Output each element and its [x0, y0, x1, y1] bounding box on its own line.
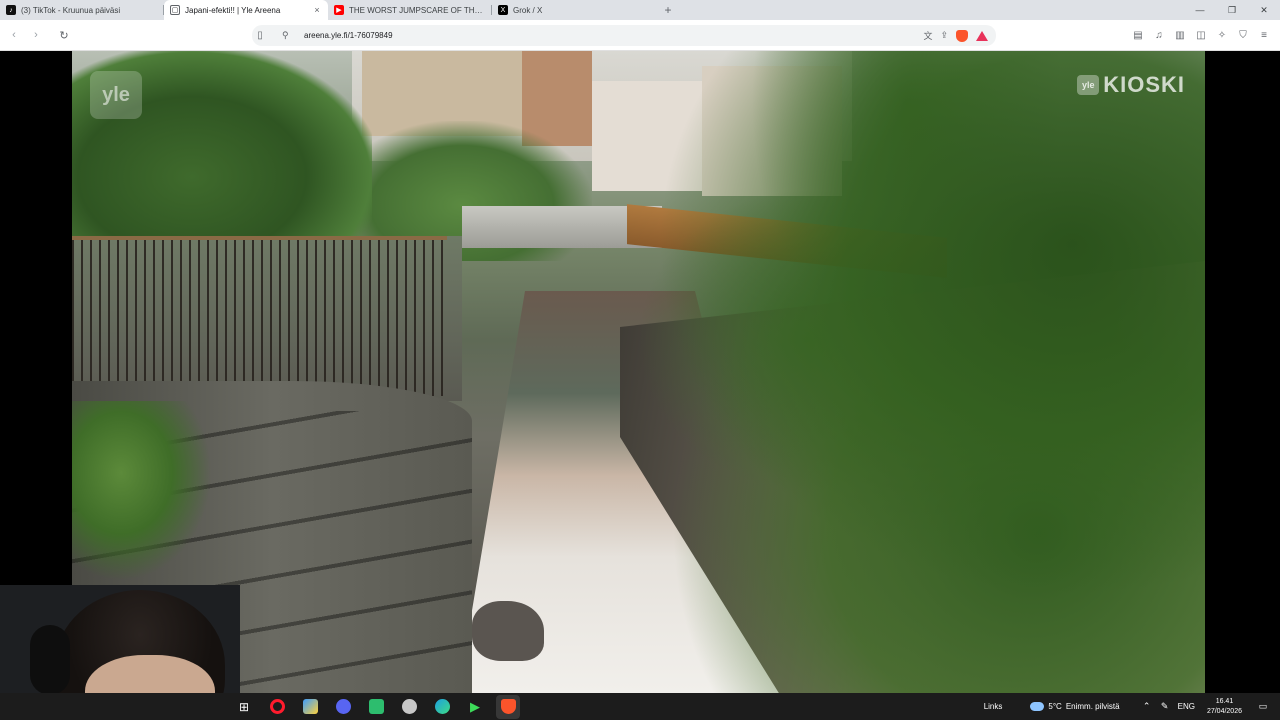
- url-text[interactable]: areena.yle.fi/1-76079849: [304, 31, 393, 40]
- tiktok-icon: ♪: [6, 5, 16, 15]
- forward-icon[interactable]: ›: [26, 25, 46, 45]
- tab-title: Grok / X: [513, 5, 543, 15]
- media-controls-icon[interactable]: ♫: [1153, 30, 1165, 41]
- clock[interactable]: 16.41 27/04/2026: [1207, 697, 1242, 717]
- files-app-icon[interactable]: [298, 695, 322, 719]
- restore-icon[interactable]: ❐: [1216, 0, 1248, 20]
- translate-icon[interactable]: 文: [923, 29, 932, 42]
- language-indicator[interactable]: ENG: [1178, 702, 1195, 711]
- tab-title: (3) TikTok - Kruunua päiväsi: [21, 5, 121, 15]
- headset: [30, 625, 70, 695]
- vpn-icon[interactable]: ⛉: [1237, 30, 1249, 41]
- tab-title: THE WORST JUMPSCARE OF THE YEAR: [349, 5, 486, 15]
- youtube-icon: ▶: [334, 5, 344, 15]
- new-tab-button[interactable]: +: [658, 0, 678, 20]
- toolbar-actions: ▤ ♫ ▥ ◫ ✧ ⛉ ≡: [1132, 25, 1270, 46]
- tab-grok[interactable]: X Grok / X: [492, 0, 656, 20]
- windows-icon[interactable]: ⊞: [232, 695, 256, 719]
- kioski-watermark: yle KIOSKI: [1077, 72, 1185, 97]
- yle-icon: ▢: [170, 5, 180, 15]
- opera-icon[interactable]: [265, 695, 289, 719]
- video-scene-rock: [472, 601, 544, 661]
- address-bar-actions: 文 ⇪: [923, 25, 988, 46]
- video-scene-ivy: [72, 401, 212, 581]
- minimize-icon[interactable]: —: [1184, 0, 1216, 20]
- taskbar: ⊞ ▶ Links 5°C Enimm. pilvistä ⌃ ✎ ENG 16…: [0, 693, 1280, 720]
- notifications-icon[interactable]: ▭: [1254, 701, 1272, 712]
- tab-tiktok[interactable]: ♪ (3) TikTok - Kruunua päiväsi: [0, 0, 164, 20]
- reload-icon[interactable]: ↻: [54, 25, 74, 45]
- sidebar-icon[interactable]: ▥: [1174, 30, 1186, 41]
- screen: ♪ (3) TikTok - Kruunua päiväsi ▢ Japani-…: [0, 0, 1280, 720]
- brave-rewards-icon[interactable]: [976, 30, 988, 41]
- window-controls: — ❐ ✕: [1184, 0, 1280, 20]
- taskbar-apps: ⊞ ▶: [232, 693, 520, 720]
- bookmark-icon[interactable]: ▯: [250, 25, 270, 46]
- weather-widget[interactable]: 5°C Enimm. pilvistä: [1030, 702, 1120, 711]
- pen-icon[interactable]: ✎: [1156, 701, 1174, 712]
- back-icon[interactable]: ‹: [4, 25, 24, 45]
- clock-time: 16.41: [1215, 697, 1234, 705]
- weather-text: Enimm. pilvistä: [1065, 702, 1120, 711]
- reader-mode-icon[interactable]: ▤: [1132, 30, 1144, 41]
- play-app-icon[interactable]: ▶: [463, 695, 487, 719]
- discord-icon[interactable]: [331, 695, 355, 719]
- cloud-icon: [1030, 702, 1045, 711]
- messaging-app-icon[interactable]: [364, 695, 388, 719]
- brave-shields-icon[interactable]: [956, 29, 968, 42]
- site-info-icon[interactable]: ⚲: [282, 30, 296, 41]
- tab-youtube[interactable]: ▶ THE WORST JUMPSCARE OF THE YEAR: [328, 0, 492, 20]
- address-bar[interactable]: ▯ ⚲ areena.yle.fi/1-76079849 文 ⇪: [252, 25, 996, 46]
- kioski-yle-badge: yle: [1077, 75, 1100, 95]
- tab-title: Japani-efekti!! | Yle Areena: [185, 5, 281, 15]
- brave-icon[interactable]: [496, 694, 520, 719]
- wallet-icon[interactable]: ◫: [1195, 30, 1207, 41]
- leo-ai-icon[interactable]: ✧: [1216, 30, 1228, 41]
- browser-toolbar: ‹ › ↻ ▯ ⚲ areena.yle.fi/1-76079849 文 ⇪ ▤…: [0, 20, 1280, 51]
- menu-icon[interactable]: ≡: [1258, 30, 1270, 41]
- kioski-logo-text: KIOSKI: [1103, 72, 1185, 97]
- video-player[interactable]: yle yle KIOSKI: [72, 51, 1205, 693]
- share-icon[interactable]: ⇪: [940, 30, 948, 41]
- clock-date: 27/04/2026: [1206, 707, 1242, 715]
- tab-strip: ♪ (3) TikTok - Kruunua päiväsi ▢ Japani-…: [0, 0, 1280, 20]
- x-icon: X: [498, 5, 508, 15]
- edge-icon[interactable]: [430, 695, 454, 719]
- system-tray: Links 5°C Enimm. pilvistä ⌃ ✎ ENG 16.41 …: [984, 693, 1280, 720]
- tab-yle-areena[interactable]: ▢ Japani-efekti!! | Yle Areena ×: [164, 0, 328, 20]
- close-window-icon[interactable]: ✕: [1248, 0, 1280, 20]
- temperature: 5°C: [1048, 702, 1062, 711]
- shield-app-icon[interactable]: [397, 695, 421, 719]
- video-scene-foreground-tree: [542, 51, 1205, 693]
- yle-watermark: yle: [90, 71, 142, 119]
- close-tab-icon[interactable]: ×: [312, 5, 322, 15]
- links-toolbar[interactable]: Links: [984, 702, 1003, 711]
- chevron-up-icon[interactable]: ⌃: [1138, 701, 1156, 712]
- video-scene-railing: [72, 236, 447, 396]
